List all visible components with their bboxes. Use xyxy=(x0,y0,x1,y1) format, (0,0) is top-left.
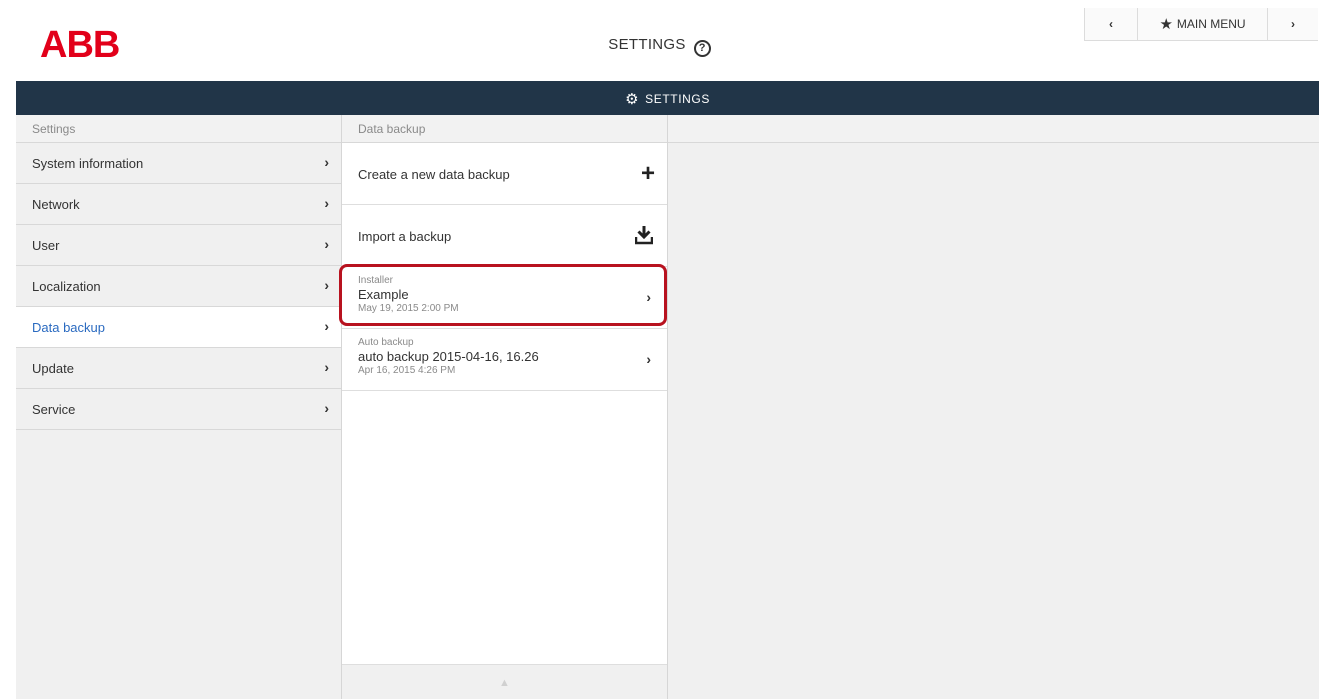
chevron-right-icon: › xyxy=(324,359,329,375)
create-backup-label: Create a new data backup xyxy=(358,167,510,182)
page-title-text: SETTINGS xyxy=(608,36,686,53)
menu-item-label: Localization xyxy=(32,279,101,294)
help-icon[interactable]: ? xyxy=(693,40,711,57)
backup-name: auto backup 2015-04-16, 16.26 xyxy=(358,349,539,364)
menu-item-label: Service xyxy=(32,402,76,417)
back-button[interactable]: ‹ xyxy=(1085,8,1138,40)
chevron-right-icon: › xyxy=(646,351,651,367)
gear-icon: ⚙ xyxy=(625,91,640,108)
menu-item-system-information[interactable]: System information › xyxy=(16,143,341,184)
menu-item-label: System information xyxy=(32,156,144,171)
star-icon: ★ xyxy=(1159,16,1173,33)
detail-panel-header xyxy=(668,115,1319,143)
plus-icon: + xyxy=(640,160,655,187)
data-backup-panel: Data backup Create a new data backup + I… xyxy=(342,115,668,699)
menu-item-update[interactable]: Update › xyxy=(16,348,341,389)
menu-item-label: Update xyxy=(32,361,74,376)
settings-menu: Settings System information › Network › … xyxy=(16,115,342,699)
main-menu-button[interactable]: ★ MAIN MENU xyxy=(1138,8,1268,40)
forward-button[interactable]: › xyxy=(1268,8,1318,40)
menu-item-network[interactable]: Network › xyxy=(16,184,341,225)
app-header: ABB SETTINGS? ‹ ★ MAIN MENU › xyxy=(0,0,1319,80)
chevron-right-icon: › xyxy=(324,195,329,211)
backup-category: Auto backup xyxy=(358,337,414,348)
menu-item-label: Network xyxy=(32,197,80,212)
settings-menu-header: Settings xyxy=(16,115,341,143)
data-backup-header: Data backup xyxy=(342,115,667,143)
menu-item-localization[interactable]: Localization › xyxy=(16,266,341,307)
menu-item-service[interactable]: Service › xyxy=(16,389,341,430)
menu-item-label: User xyxy=(32,238,60,253)
section-bar-label: SETTINGS xyxy=(645,92,710,106)
chevron-right-icon: › xyxy=(324,154,329,170)
chevron-right-icon: › xyxy=(324,236,329,252)
chevron-right-icon: › xyxy=(324,400,329,416)
backup-date: Apr 16, 2015 4:26 PM xyxy=(358,365,456,376)
import-backup-button[interactable]: Import a backup xyxy=(342,205,667,267)
menu-item-data-backup[interactable]: Data backup › xyxy=(16,307,341,348)
chevron-right-icon: › xyxy=(324,318,329,334)
menu-item-label: Data backup xyxy=(32,320,105,335)
panel-footer: ▲ xyxy=(342,664,667,699)
chevron-right-icon: › xyxy=(324,277,329,293)
import-backup-label: Import a backup xyxy=(358,229,452,244)
highlight-frame xyxy=(339,264,667,326)
detail-panel xyxy=(668,115,1319,699)
menu-item-user[interactable]: User › xyxy=(16,225,341,266)
backup-item-auto[interactable]: Auto backup auto backup 2015-04-16, 16.2… xyxy=(342,329,667,391)
section-bar: ⚙ SETTINGS xyxy=(16,81,1319,115)
create-backup-button[interactable]: Create a new data backup + xyxy=(342,143,667,205)
import-icon xyxy=(635,226,653,245)
scroll-indicator-icon: ▲ xyxy=(499,677,510,689)
top-navigation: ‹ ★ MAIN MENU › xyxy=(1084,8,1318,41)
main-menu-label: MAIN MENU xyxy=(1176,17,1246,31)
